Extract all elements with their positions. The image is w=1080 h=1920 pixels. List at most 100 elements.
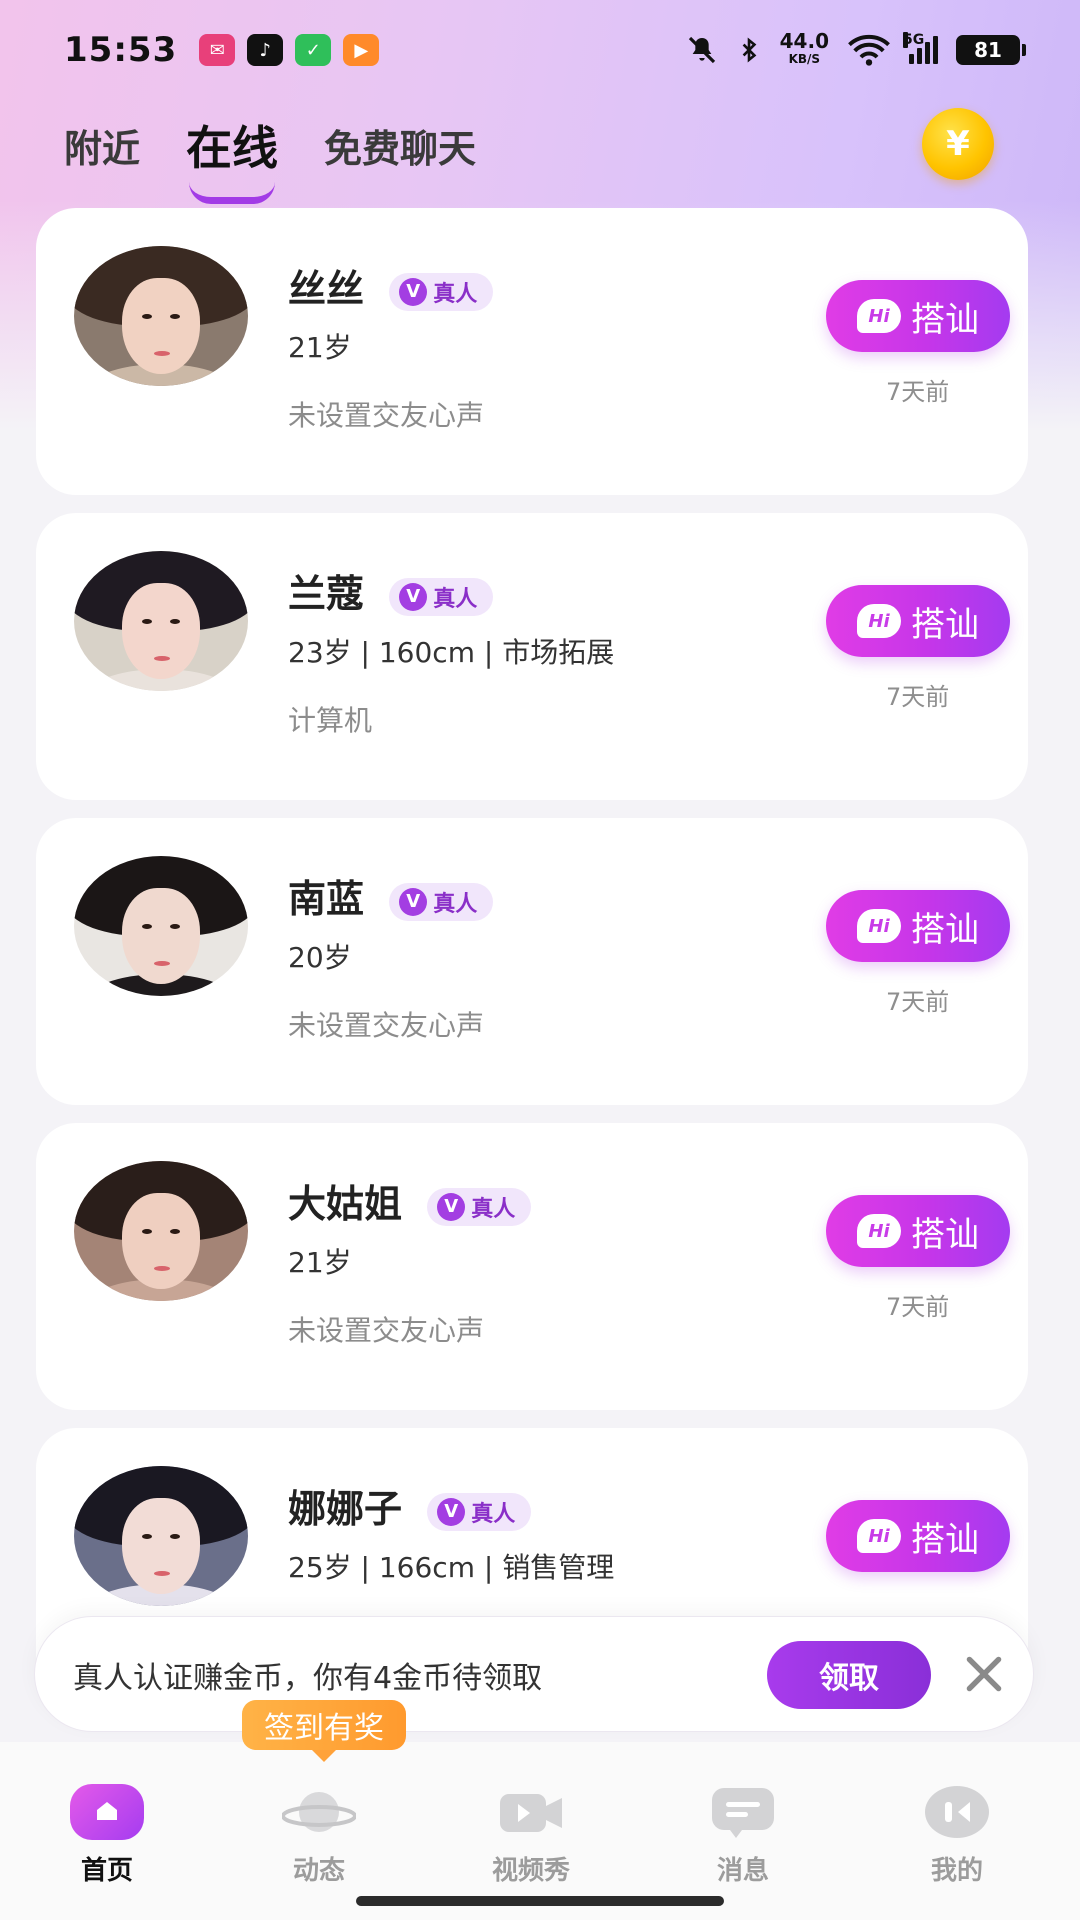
last-active-time: 7天前 xyxy=(886,988,950,1016)
verified-label: 真人 xyxy=(471,1196,516,1222)
verified-icon: V xyxy=(437,1192,466,1221)
cellular-signal-icon: 5G xyxy=(903,32,938,64)
last-active-time: 7天前 xyxy=(886,378,950,406)
status-app-icons: ✉ ♪ ✓ ▶ xyxy=(199,34,380,66)
user-name[interactable]: 兰蔻 V 真人 xyxy=(288,563,494,618)
hi-icon: Hi xyxy=(857,909,901,943)
nav-profile-label: 我的 xyxy=(930,1856,983,1886)
verified-icon: V xyxy=(399,277,428,306)
bottom-nav: 首页 动态 视频秀 消息 我的 xyxy=(0,1742,1080,1920)
tab-active-indicator xyxy=(189,182,276,204)
user-card[interactable]: 南蓝 V 真人 20岁 未设置交友心声 Hi 搭讪 7天前 xyxy=(36,818,1028,1105)
verified-label: 真人 xyxy=(433,586,478,612)
nav-video-show-label: 视频秀 xyxy=(491,1856,570,1886)
verified-badge: V 真人 xyxy=(389,272,494,311)
greet-button[interactable]: Hi 搭讪 xyxy=(826,890,1010,962)
user-info: 23岁 | 160cm | 市场拓展 xyxy=(288,636,615,669)
tab-online-label: 在线 xyxy=(186,121,279,175)
hi-icon: Hi xyxy=(857,299,901,333)
greet-button[interactable]: Hi 搭讪 xyxy=(826,1500,1010,1572)
tab-online[interactable]: 在线 xyxy=(186,112,279,204)
net-speed-value: 44.0 xyxy=(779,29,829,53)
greet-label: 搭讪 xyxy=(911,1214,979,1255)
verified-badge: V 真人 xyxy=(427,1187,532,1226)
user-motto: 未设置交友心声 xyxy=(288,1009,485,1042)
greet-label: 搭讪 xyxy=(911,299,979,340)
user-name-text: 兰蔻 xyxy=(288,572,365,616)
profile-icon xyxy=(920,1784,994,1840)
greet-label: 搭讪 xyxy=(911,604,979,645)
top-tabs: 附近 在线 免费聊天 xyxy=(64,100,522,204)
message-icon xyxy=(706,1784,780,1840)
greet-label: 搭讪 xyxy=(911,909,979,950)
greet-label: 搭讪 xyxy=(911,1519,979,1560)
video-app-icon: ▶ xyxy=(343,34,380,66)
verified-badge: V 真人 xyxy=(389,577,494,616)
verified-icon: V xyxy=(399,582,428,611)
user-motto: 计算机 xyxy=(288,704,373,737)
greet-button[interactable]: Hi 搭讪 xyxy=(826,585,1010,657)
user-motto: 未设置交友心声 xyxy=(288,399,485,432)
user-name[interactable]: 娜娜子 V 真人 xyxy=(288,1478,532,1533)
user-info: 21岁 xyxy=(288,331,352,364)
claim-button[interactable]: 领取 xyxy=(767,1641,931,1709)
user-name[interactable]: 大姑姐 V 真人 xyxy=(288,1173,532,1228)
video-icon xyxy=(494,1784,568,1840)
user-list: 丝丝 V 真人 21岁 未设置交友心声 Hi 搭讪 7天前 兰蔻 V 真人 23… xyxy=(36,208,1028,1733)
user-name-text: 丝丝 xyxy=(288,267,365,311)
app-notification-icon: ✉ xyxy=(199,34,236,66)
verified-badge: V 真人 xyxy=(427,1492,532,1531)
reward-banner[interactable]: 真人认证赚金币，你有4金币待领取 领取 xyxy=(34,1616,1034,1732)
avatar[interactable] xyxy=(74,856,248,996)
battery-icon: 81 xyxy=(956,35,1026,65)
user-info: 20岁 xyxy=(288,941,352,974)
user-card[interactable]: 兰蔻 V 真人 23岁 | 160cm | 市场拓展 计算机 Hi 搭讪 7天前 xyxy=(36,513,1028,800)
user-motto: 未设置交友心声 xyxy=(288,1314,485,1347)
avatar[interactable] xyxy=(74,1161,248,1301)
home-indicator[interactable] xyxy=(356,1896,724,1906)
user-info: 21岁 xyxy=(288,1246,352,1279)
user-card[interactable]: 大姑姐 V 真人 21岁 未设置交友心声 Hi 搭讪 7天前 xyxy=(36,1123,1028,1410)
tab-nearby[interactable]: 附近 xyxy=(64,118,140,173)
nav-moments-label: 动态 xyxy=(292,1856,345,1886)
user-name[interactable]: 丝丝 V 真人 xyxy=(288,258,494,313)
tiktok-icon: ♪ xyxy=(247,34,284,66)
shield-app-icon: ✓ xyxy=(295,34,332,66)
hi-icon: Hi xyxy=(857,1214,901,1248)
avatar[interactable] xyxy=(74,246,248,386)
verified-label: 真人 xyxy=(433,891,478,917)
planet-icon xyxy=(281,1784,357,1840)
hi-icon: Hi xyxy=(857,1519,901,1553)
nav-profile[interactable]: 我的 xyxy=(892,1784,1022,1887)
verified-label: 真人 xyxy=(433,281,478,307)
reward-text: 真人认证赚金币，你有4金币待领取 xyxy=(73,1661,543,1696)
nav-video-show[interactable]: 视频秀 xyxy=(466,1784,596,1887)
coin-icon[interactable]: ¥ xyxy=(922,108,994,180)
avatar[interactable] xyxy=(74,551,248,691)
user-card[interactable]: 丝丝 V 真人 21岁 未设置交友心声 Hi 搭讪 7天前 xyxy=(36,208,1028,495)
user-info: 25岁 | 166cm | 销售管理 xyxy=(288,1551,615,1584)
last-active-time: 7天前 xyxy=(886,683,950,711)
greet-button[interactable]: Hi 搭讪 xyxy=(826,280,1010,352)
user-name-text: 南蓝 xyxy=(288,877,365,921)
close-icon[interactable] xyxy=(959,1649,1009,1699)
nav-home[interactable]: 首页 xyxy=(42,1784,172,1887)
checkin-tip[interactable]: 签到有奖 xyxy=(242,1700,406,1750)
verified-icon: V xyxy=(399,887,428,916)
nav-moments[interactable]: 动态 xyxy=(254,1784,384,1887)
mute-bell-icon xyxy=(688,36,715,64)
wifi-icon xyxy=(848,34,890,66)
nav-messages-label: 消息 xyxy=(716,1856,769,1886)
verified-badge: V 真人 xyxy=(389,882,494,921)
hi-icon: Hi xyxy=(857,604,901,638)
user-name[interactable]: 南蓝 V 真人 xyxy=(288,868,494,923)
avatar[interactable] xyxy=(74,1466,248,1606)
tab-free-chat[interactable]: 免费聊天 xyxy=(324,118,476,173)
net-speed: 44.0 KB/S xyxy=(779,29,829,68)
greet-button[interactable]: Hi 搭讪 xyxy=(826,1195,1010,1267)
nav-messages[interactable]: 消息 xyxy=(678,1784,808,1887)
verified-label: 真人 xyxy=(471,1501,516,1527)
network-type: 5G xyxy=(903,32,925,48)
home-icon xyxy=(70,1784,144,1840)
user-name-text: 大姑姐 xyxy=(288,1182,403,1226)
